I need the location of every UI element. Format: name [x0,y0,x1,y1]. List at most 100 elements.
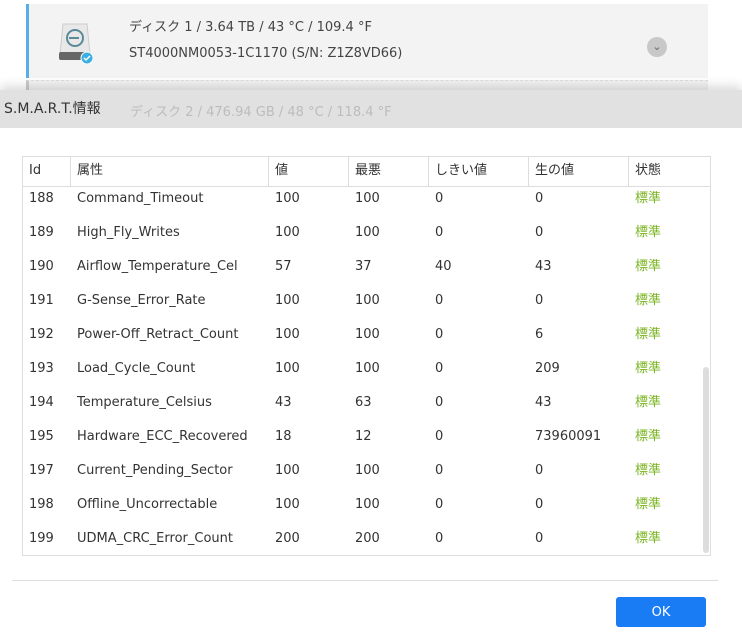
status-badge: 標準 [635,259,662,274]
table-row[interactable]: 191 G-Sense_Error_Rate 100 100 0 0 標準 [23,289,710,323]
table-cell: Temperature_Celsius [77,395,212,410]
status-badge: 標準 [635,531,662,546]
smart-info-dialog: ディスク 2 / 476.94 GB / 48 °C / 118.4 °F S.… [0,90,742,636]
table-row[interactable]: 197 Current_Pending_Sector 100 100 0 0 標準 [23,459,710,493]
table-cell: 0 [535,225,544,240]
table-cell: 100 [275,191,300,206]
table-cell: 200 [355,531,380,546]
table-cell: 199 [29,531,54,546]
table-row[interactable]: 189 High_Fly_Writes 100 100 0 0 標準 [23,221,710,255]
status-badge: 標準 [635,327,662,342]
table-cell: 6 [535,327,544,342]
column-header[interactable]: 値 [269,157,349,186]
table-cell: 0 [435,497,444,512]
ok-button[interactable]: OK [616,597,706,627]
dialog-header: ディスク 2 / 476.94 GB / 48 °C / 118.4 °F S.… [0,90,742,128]
table-cell: 0 [535,293,544,308]
table-cell: 100 [355,463,380,478]
table-cell: Power-Off_Retract_Count [77,327,239,342]
table-cell: 190 [29,259,54,274]
column-header[interactable]: 状態 [629,157,710,186]
disk-card-1[interactable]: ディスク 1 / 3.64 TB / 43 °C / 109.4 °F ST40… [26,4,708,78]
table-row[interactable]: 194 Temperature_Celsius 43 63 0 43 標準 [23,391,710,425]
status-badge: 標準 [635,497,662,512]
column-header[interactable]: 生の値 [529,157,629,186]
table-cell: 188 [29,191,54,206]
table-cell: 100 [355,361,380,376]
table-cell: 0 [435,225,444,240]
divider [12,580,718,581]
table-cell: 73960091 [535,429,602,444]
table-cell: 189 [29,225,54,240]
table-cell: 43 [535,259,552,274]
table-header: Id 属性値最悪 しきい値 生の値 状態 [23,157,710,187]
table-row[interactable]: 199 UDMA_CRC_Error_Count 200 200 0 0 標準 [23,527,710,555]
table-cell: 0 [435,531,444,546]
table-cell: 193 [29,361,54,376]
status-badge: 標準 [635,429,662,444]
table-row[interactable]: 192 Power-Off_Retract_Count 100 100 0 6 標準 [23,323,710,357]
chevron-down-icon[interactable]: ⌄ [647,37,667,57]
status-badge: 標準 [635,395,662,410]
table-cell: 100 [275,361,300,376]
table-cell: 37 [355,259,372,274]
column-header[interactable]: 属性 [71,157,269,186]
table-cell: 191 [29,293,54,308]
table-cell: 40 [435,259,452,274]
table-cell: Offline_Uncorrectable [77,497,218,512]
table-cell: 100 [275,225,300,240]
table-cell: 0 [435,191,444,206]
table-cell: 63 [355,395,372,410]
table-cell: 100 [355,293,380,308]
table-cell: 18 [275,429,292,444]
table-cell: 195 [29,429,54,444]
table-cell: Airflow_Temperature_Cel [77,259,238,274]
table-cell: 197 [29,463,54,478]
table-cell: 100 [275,497,300,512]
table-row[interactable]: 193 Load_Cycle_Count 100 100 0 209 標準 [23,357,710,391]
status-badge: 標準 [635,225,662,240]
table-cell: 0 [435,327,444,342]
table-cell: 0 [535,463,544,478]
disk-model: ST4000NM0053-1C1170 (S/N: Z1Z8VD66) [129,46,403,61]
table-cell: Load_Cycle_Count [77,361,196,376]
table-cell: Command_Timeout [77,191,204,206]
table-cell: 12 [355,429,372,444]
table-cell: 100 [355,497,380,512]
table-row[interactable]: 195 Hardware_ECC_Recovered 18 12 0 73960091 標準 [23,425,710,459]
column-header[interactable]: Id [23,157,71,186]
table-cell: 209 [535,361,560,376]
smart-table: Id 属性値最悪 しきい値 生の値 状態 188 Command_Timeout 100 10… [22,156,711,556]
table-cell: 0 [435,361,444,376]
table-cell: 100 [275,327,300,342]
table-cell: 57 [275,259,292,274]
table-cell: 200 [275,531,300,546]
table-cell: 100 [275,293,300,308]
table-cell: 0 [435,463,444,478]
table-row[interactable]: 188 Command_Timeout 100 100 0 0 標準 [23,187,710,221]
table-cell: 43 [535,395,552,410]
table-cell: 0 [535,191,544,206]
table-row[interactable]: 198 Offline_Uncorrectable 100 100 0 0 標準 [23,493,710,527]
table-cell: 194 [29,395,54,410]
status-badge: 標準 [635,191,662,206]
table-cell: 0 [435,293,444,308]
column-header[interactable]: 最悪 [349,157,429,186]
table-cell: UDMA_CRC_Error_Count [77,531,233,546]
column-header[interactable]: しきい値 [429,157,529,186]
table-cell: 0 [535,497,544,512]
table-cell: 198 [29,497,54,512]
table-cell: 100 [355,225,380,240]
table-row[interactable]: 190 Airflow_Temperature_Cel 57 37 40 43 標準 [23,255,710,289]
status-badge: 標準 [635,293,662,308]
table-cell: 0 [535,531,544,546]
table-cell: High_Fly_Writes [77,225,180,240]
table-cell: G-Sense_Error_Rate [77,293,206,308]
scrollbar[interactable] [703,367,709,553]
table-cell: 100 [355,327,380,342]
dialog-title: S.M.A.R.T.情報 [4,101,101,117]
table-cell: Hardware_ECC_Recovered [77,429,248,444]
table-cell: 0 [435,395,444,410]
disk-2-title: ディスク 2 / 476.94 GB / 48 °C / 118.4 °F [130,105,392,120]
table-cell: 100 [275,463,300,478]
